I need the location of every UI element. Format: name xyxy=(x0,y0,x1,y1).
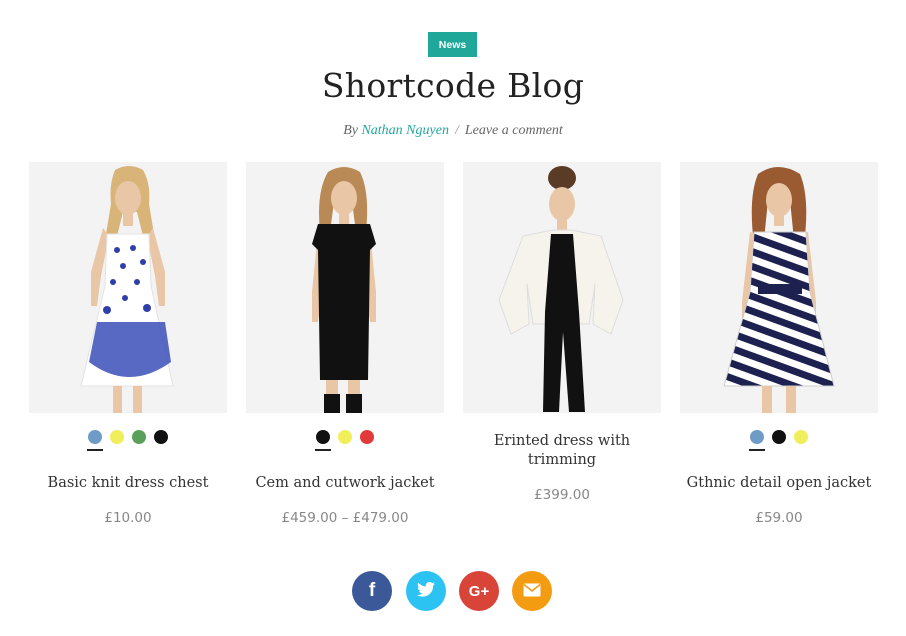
product-card[interactable]: Gthnic detail open jacket £59.00 xyxy=(680,162,878,526)
product-image[interactable] xyxy=(246,162,444,413)
color-swatches xyxy=(29,430,227,451)
product-name[interactable]: Cem and cutwork jacket xyxy=(246,474,444,493)
swatch-blue[interactable] xyxy=(749,430,765,451)
swatch-blue[interactable] xyxy=(87,430,103,451)
product-image[interactable] xyxy=(680,162,878,413)
google-plus-icon: G+ xyxy=(468,582,490,600)
swatch-green[interactable] xyxy=(132,430,146,444)
facebook-share-button[interactable]: f xyxy=(352,571,392,611)
product-price: £10.00 xyxy=(104,510,152,526)
product-price: £399.00 xyxy=(534,487,590,503)
product-name[interactable]: Basic knit dress chest xyxy=(29,474,227,493)
twitter-share-button[interactable] xyxy=(406,571,446,611)
email-icon xyxy=(523,582,541,601)
google-plus-share-button[interactable]: G+ xyxy=(459,571,499,611)
product-card[interactable]: Cem and cutwork jacket £459.00 – £479.00 xyxy=(246,162,444,526)
facebook-icon: f xyxy=(368,580,376,601)
leave-comment-link[interactable]: Leave a comment xyxy=(465,123,563,138)
meta-separator: / xyxy=(454,123,459,138)
product-card[interactable]: Basic knit dress chest £10.00 xyxy=(29,162,227,526)
product-card[interactable]: Erinted dress with trimming £399.00 xyxy=(463,162,661,503)
swatch-black[interactable] xyxy=(154,430,168,444)
swatch-black[interactable] xyxy=(772,430,786,444)
product-image[interactable] xyxy=(29,162,227,413)
swatch-red[interactable] xyxy=(360,430,374,444)
category-badge[interactable]: News xyxy=(428,32,477,57)
product-image[interactable] xyxy=(463,162,661,413)
swatch-black[interactable] xyxy=(315,430,331,451)
product-price: £459.00 – £479.00 xyxy=(281,510,409,526)
email-share-button[interactable] xyxy=(512,571,552,611)
by-label: By xyxy=(343,123,358,138)
color-swatches xyxy=(680,430,878,451)
swatch-yellow[interactable] xyxy=(110,430,124,444)
twitter-icon xyxy=(417,581,435,601)
color-swatches xyxy=(246,430,444,451)
product-name[interactable]: Erinted dress with trimming xyxy=(463,432,661,470)
post-title: Shortcode Blog xyxy=(321,66,585,105)
product-price: £59.00 xyxy=(755,510,803,526)
swatch-yellow[interactable] xyxy=(794,430,808,444)
post-meta: By Nathan Nguyen / Leave a comment xyxy=(0,123,906,139)
product-name[interactable]: Gthnic detail open jacket xyxy=(680,474,878,493)
author-link[interactable]: Nathan Nguyen xyxy=(361,123,449,138)
swatch-yellow[interactable] xyxy=(338,430,352,444)
